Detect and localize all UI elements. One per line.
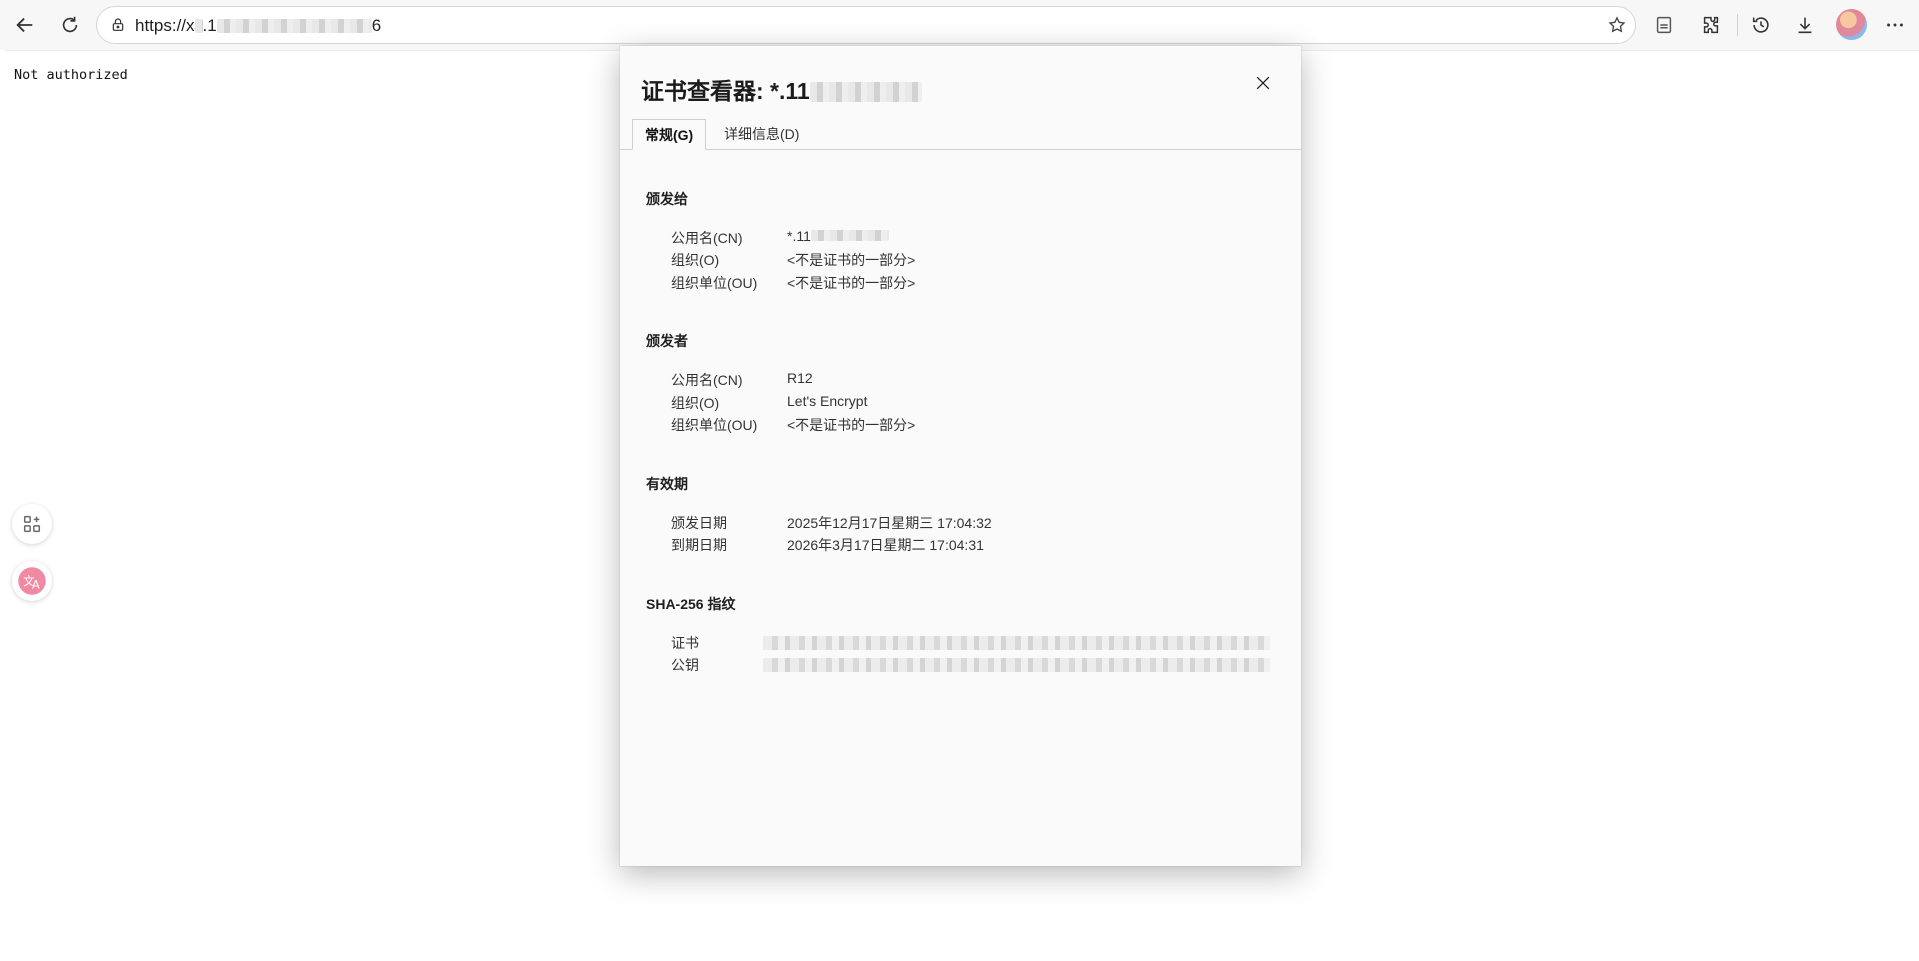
pubkey-fingerprint-label: 公钥 — [671, 657, 699, 673]
issued-to-ou-value: <不是证书的一部分> — [787, 275, 916, 291]
cert-fingerprint-label: 证书 — [671, 635, 699, 651]
back-arrow-icon[interactable] — [7, 7, 43, 43]
issued-to-cn-label: 公用名(CN) — [671, 230, 743, 246]
issued-by-ou-value: <不是证书的一部分> — [787, 417, 916, 433]
pubkey-fingerprint-value — [763, 658, 1270, 672]
puzzle-icon[interactable] — [1693, 7, 1729, 43]
reload-icon[interactable] — [52, 7, 88, 43]
issued-by-ou-label: 组织单位(OU) — [671, 417, 758, 433]
close-icon[interactable] — [1250, 70, 1276, 96]
issued-to-o-value: <不是证书的一部分> — [787, 252, 916, 268]
section-issued-by: 颁发者 — [646, 333, 688, 349]
history-icon[interactable] — [1743, 7, 1779, 43]
more-icon[interactable] — [1877, 7, 1913, 43]
issue-date-value: 2025年12月17日星期三 17:04:32 — [787, 515, 992, 531]
section-validity: 有效期 — [646, 476, 688, 492]
star-icon[interactable] — [1605, 13, 1629, 37]
issued-by-cn-value: R12 — [787, 370, 813, 386]
address-bar[interactable]: https://x .1 6 — [96, 6, 1636, 44]
tab-general[interactable]: 常规(G) — [632, 119, 707, 150]
svg-text:A: A — [32, 579, 40, 592]
issued-by-o-label: 组织(O) — [671, 395, 720, 411]
reading-view-icon[interactable] — [1646, 7, 1682, 43]
download-icon[interactable] — [1787, 7, 1823, 43]
page-message: Not authorized — [14, 67, 128, 83]
apps-add-icon[interactable] — [12, 504, 52, 544]
avatar[interactable] — [1836, 9, 1867, 40]
section-sha256: SHA-256 指纹 — [646, 596, 736, 612]
url-text[interactable]: https://x .1 6 — [135, 16, 381, 36]
expiry-date-label: 到期日期 — [671, 537, 727, 553]
lock-icon[interactable] — [107, 14, 129, 36]
browser-toolbar: https://x .1 6 — [0, 0, 1919, 50]
translate-icon[interactable]: 文A — [12, 561, 52, 601]
toolbar-separator — [1737, 14, 1738, 36]
tab-bar: 常规(G) 详细信息(D) — [620, 119, 1301, 150]
expiry-date-value: 2026年3月17日星期二 17:04:31 — [787, 537, 984, 553]
section-issued-to: 颁发给 — [646, 191, 688, 207]
issued-to-cn-value: *.11 — [787, 228, 889, 244]
issued-by-cn-label: 公用名(CN) — [671, 372, 743, 388]
dialog-title: 证书查看器: *.11 — [641, 72, 922, 106]
issued-to-o-label: 组织(O) — [671, 252, 720, 268]
issued-by-o-value: Let's Encrypt — [787, 393, 868, 409]
issue-date-label: 颁发日期 — [671, 515, 727, 531]
tab-details[interactable]: 详细信息(D) — [712, 119, 811, 149]
certificate-viewer-dialog: 证书查看器: *.11 常规(G) 详细信息(D) 颁发给 公用名(CN) *.… — [620, 46, 1301, 866]
cert-fingerprint-value — [763, 636, 1270, 650]
issued-to-ou-label: 组织单位(OU) — [671, 275, 758, 291]
